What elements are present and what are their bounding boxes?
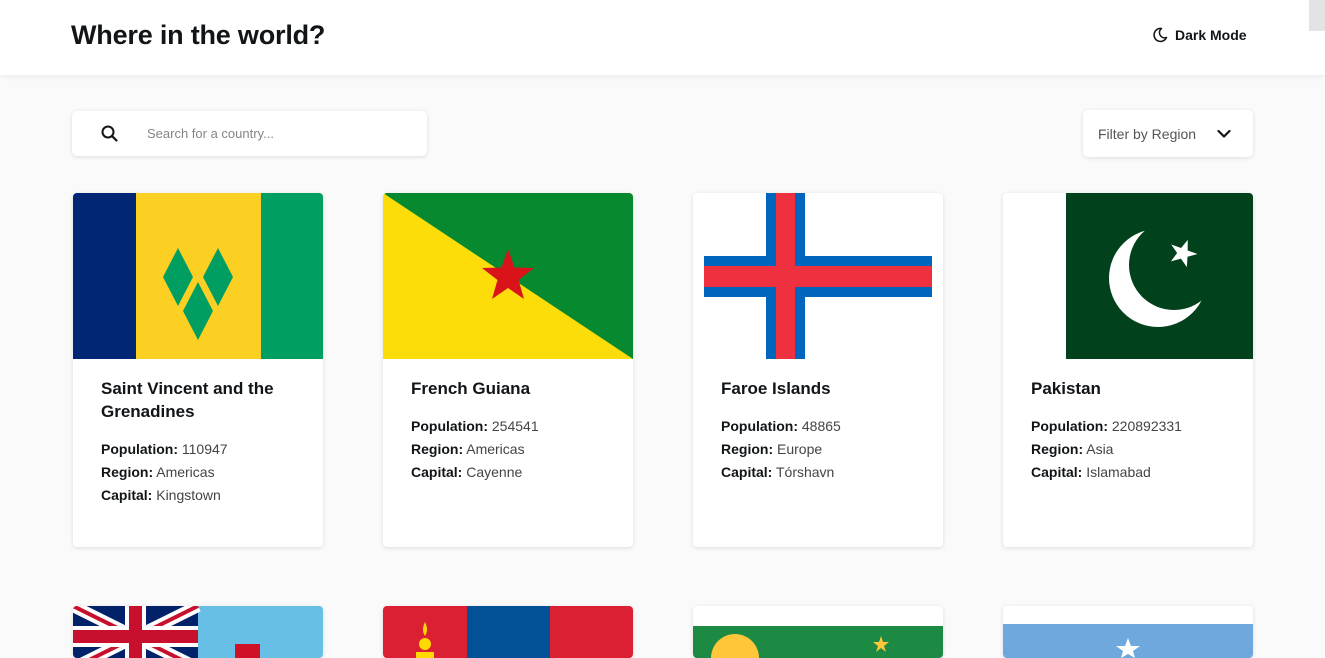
- region-row: Region: Americas: [101, 461, 295, 484]
- population-label: Population:: [1031, 418, 1108, 434]
- population-row: Population: 254541: [411, 415, 605, 438]
- country-card[interactable]: French Guiana Population: 254541 Region:…: [383, 193, 633, 547]
- population-row: Population: 110947: [101, 438, 295, 461]
- region-filter-label: Filter by Region: [1098, 125, 1197, 142]
- region-value: Americas: [156, 464, 215, 480]
- fiji-flag: [73, 606, 323, 658]
- country-name: Saint Vincent and the Grenadines: [101, 379, 274, 421]
- capital-label: Capital:: [1031, 464, 1083, 480]
- capital-value: Cayenne: [466, 464, 523, 480]
- population-row: Population: 48865: [721, 415, 915, 438]
- region-label: Region:: [721, 441, 774, 457]
- faroe-islands-flag: [693, 193, 943, 359]
- region-label: Region:: [411, 441, 464, 457]
- search-icon: [72, 125, 118, 142]
- search-input[interactable]: [145, 125, 409, 142]
- region-filter-dropdown[interactable]: Filter by Region: [1083, 110, 1253, 157]
- region-row: Region: Americas: [411, 438, 605, 461]
- christmas-island-flag: [693, 606, 943, 658]
- population-value: 254541: [491, 418, 539, 434]
- capital-value: Islamabad: [1086, 464, 1151, 480]
- population-value: 48865: [801, 418, 841, 434]
- capital-label: Capital:: [721, 464, 773, 480]
- country-card[interactable]: [383, 606, 633, 658]
- region-value: Asia: [1086, 441, 1114, 457]
- country-name: Pakistan: [1031, 379, 1101, 398]
- moon-icon: [1152, 27, 1168, 43]
- chevron-down-icon: [1217, 129, 1231, 139]
- app-title: Where in the world?: [71, 20, 326, 50]
- region-value: Europe: [777, 441, 823, 457]
- region-row: Region: Europe: [721, 438, 915, 461]
- capital-row: Capital: Kingstown: [101, 484, 295, 507]
- dark-mode-label: Dark Mode: [1175, 27, 1247, 43]
- capital-row: Capital: Cayenne: [411, 461, 605, 484]
- capital-label: Capital:: [411, 464, 463, 480]
- country-card[interactable]: Pakistan Population: 220892331 Region: A…: [1003, 193, 1253, 547]
- capital-row: Capital: Tórshavn: [721, 461, 915, 484]
- country-card[interactable]: [693, 606, 943, 658]
- pakistan-flag: [1003, 193, 1253, 359]
- population-label: Population:: [101, 441, 178, 457]
- country-card[interactable]: [1003, 606, 1253, 658]
- mongolia-flag: [383, 606, 633, 658]
- capital-label: Capital:: [101, 487, 153, 503]
- country-name: Faroe Islands: [721, 379, 831, 398]
- population-value: 110947: [181, 441, 228, 457]
- capital-value: Tórshavn: [775, 464, 835, 480]
- scrollbar-thumb[interactable]: [1309, 0, 1325, 31]
- somalia-flag: [1003, 606, 1253, 658]
- app-header: Where in the world? Dark Mode: [0, 0, 1325, 75]
- country-card[interactable]: Faroe Islands Population: 48865 Region: …: [693, 193, 943, 547]
- search-box[interactable]: [72, 111, 427, 156]
- region-label: Region:: [101, 464, 154, 480]
- capital-row: Capital: Islamabad: [1031, 461, 1225, 484]
- population-row: Population: 220892331: [1031, 415, 1225, 438]
- saint-vincent-flag: [73, 193, 323, 359]
- country-card[interactable]: [73, 606, 323, 658]
- population-label: Population:: [411, 418, 488, 434]
- country-name: French Guiana: [411, 379, 531, 398]
- region-value: Americas: [466, 441, 525, 457]
- region-row: Region: Asia: [1031, 438, 1225, 461]
- french-guiana-flag: [383, 193, 633, 359]
- country-card[interactable]: Saint Vincent and the Grenadines Populat…: [73, 193, 323, 547]
- region-label: Region:: [1031, 441, 1084, 457]
- population-label: Population:: [721, 418, 798, 434]
- dark-mode-toggle[interactable]: Dark Mode: [1152, 27, 1247, 43]
- capital-value: Kingstown: [156, 487, 221, 503]
- population-value: 220892331: [1111, 418, 1182, 434]
